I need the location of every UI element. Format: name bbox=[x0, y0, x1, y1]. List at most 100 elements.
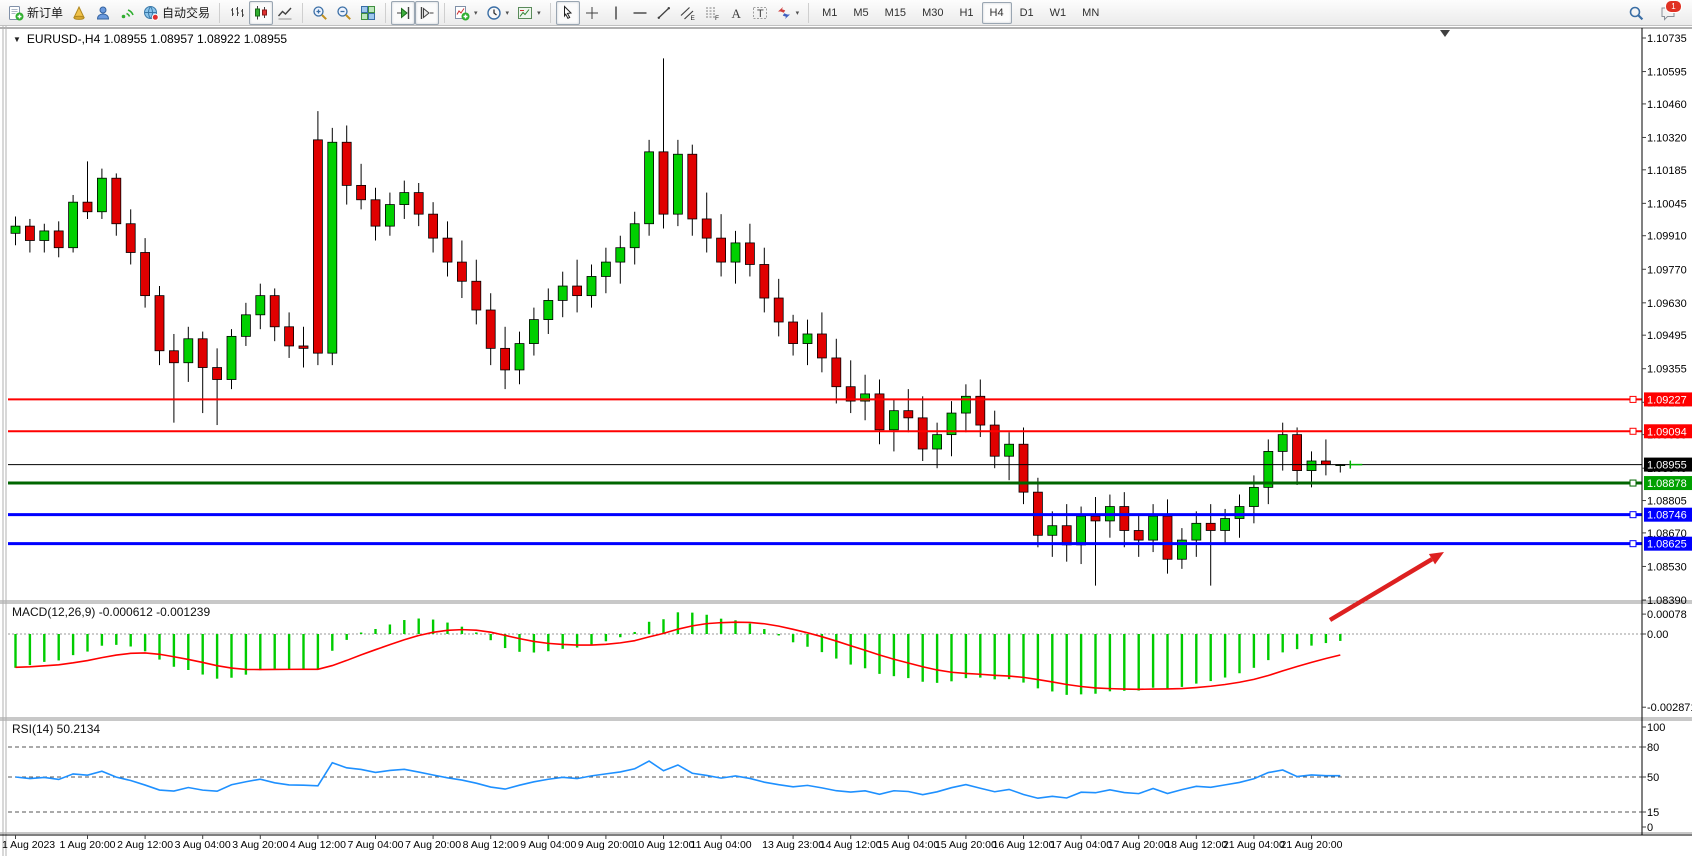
macd-indicator-label: MACD(12,26,9) -0.000612 -0.001239 bbox=[12, 605, 210, 619]
svg-text:15: 15 bbox=[1647, 807, 1659, 819]
timeframe-m30-button[interactable]: M30 bbox=[914, 2, 951, 24]
candle bbox=[573, 286, 582, 296]
indicators-button[interactable]: ▾ bbox=[450, 1, 482, 25]
auto-scroll-icon bbox=[395, 5, 411, 21]
equidistant-channel-button[interactable]: E bbox=[676, 1, 700, 25]
signals-button[interactable] bbox=[115, 1, 139, 25]
candle bbox=[357, 185, 366, 199]
line-chart-button[interactable] bbox=[273, 1, 297, 25]
candle bbox=[1278, 435, 1287, 452]
candle bbox=[760, 264, 769, 298]
auto-scroll-button[interactable] bbox=[391, 1, 415, 25]
svg-text:T: T bbox=[757, 8, 764, 20]
svg-text:9 Aug 20:00: 9 Aug 20:00 bbox=[578, 839, 634, 851]
dropdown-arrow-icon[interactable]: ▾ bbox=[506, 9, 510, 17]
candle bbox=[313, 140, 322, 353]
horizontal-line-button[interactable] bbox=[628, 1, 652, 25]
tile-windows-button[interactable] bbox=[356, 1, 380, 25]
price-label: 1.08625 bbox=[1644, 537, 1692, 551]
svg-text:21 Aug 04:00: 21 Aug 04:00 bbox=[1223, 839, 1285, 851]
candle bbox=[112, 178, 121, 224]
toolbar: 新订单 自动交易 ▾ ▾ ▾ EFAT ▾ M1M5M15M30H1H4D1W1MN 1 bbox=[0, 0, 1692, 26]
text-label-icon: T bbox=[752, 5, 768, 21]
svg-text:1.09227: 1.09227 bbox=[1647, 394, 1687, 406]
profile-button[interactable] bbox=[67, 1, 91, 25]
candle bbox=[1249, 487, 1258, 506]
fibonacci-button[interactable]: F bbox=[700, 1, 724, 25]
candlestick-chart-button[interactable] bbox=[249, 1, 273, 25]
bar-chart-icon bbox=[229, 5, 245, 21]
svg-text:50: 50 bbox=[1647, 772, 1659, 784]
svg-text:1 Aug 2023: 1 Aug 2023 bbox=[2, 839, 55, 851]
candle bbox=[529, 320, 538, 344]
candle bbox=[126, 224, 135, 253]
candlestick-icon bbox=[253, 5, 269, 21]
svg-text:3 Aug 04:00: 3 Aug 04:00 bbox=[175, 839, 231, 851]
crosshair-button[interactable] bbox=[580, 1, 604, 25]
text-button[interactable]: A bbox=[724, 1, 748, 25]
chat-icon: 1 bbox=[1660, 5, 1676, 21]
price-chart[interactable]: 1.107351.105951.104601.103201.101851.100… bbox=[0, 26, 1692, 856]
candle bbox=[83, 202, 92, 212]
search-button[interactable] bbox=[1624, 1, 1648, 25]
svg-text:17 Aug 20:00: 17 Aug 20:00 bbox=[1108, 839, 1170, 851]
new-order-button[interactable]: 新订单 bbox=[4, 1, 67, 25]
svg-text:7 Aug 20:00: 7 Aug 20:00 bbox=[405, 839, 461, 851]
svg-text:1.09094: 1.09094 bbox=[1647, 426, 1687, 438]
timeframe-m15-button[interactable]: M15 bbox=[877, 2, 914, 24]
timeframe-m1-button[interactable]: M1 bbox=[814, 2, 845, 24]
candle bbox=[443, 238, 452, 262]
svg-text:0: 0 bbox=[1647, 822, 1653, 834]
svg-text:-0.002871: -0.002871 bbox=[1647, 702, 1692, 714]
svg-text:15 Aug 20:00: 15 Aug 20:00 bbox=[935, 839, 997, 851]
periods-icon bbox=[486, 5, 502, 21]
candle bbox=[717, 238, 726, 262]
candle bbox=[544, 300, 553, 319]
timeframe-h4-button[interactable]: H4 bbox=[982, 2, 1012, 24]
candle bbox=[371, 200, 380, 226]
candle bbox=[1235, 507, 1244, 519]
candle bbox=[630, 224, 639, 248]
candle bbox=[745, 243, 754, 265]
svg-text:2 Aug 12:00: 2 Aug 12:00 bbox=[117, 839, 173, 851]
timeframe-h1-button[interactable]: H1 bbox=[951, 2, 981, 24]
auto-trading-icon bbox=[143, 5, 159, 21]
bar-chart-button[interactable] bbox=[225, 1, 249, 25]
timeframe-mn-button[interactable]: MN bbox=[1074, 2, 1107, 24]
dropdown-arrow-icon[interactable]: ▾ bbox=[796, 9, 800, 17]
toolbar-right-group: 1 bbox=[1624, 1, 1688, 25]
toolbar-separator bbox=[385, 3, 386, 23]
dropdown-arrow-icon[interactable]: ▾ bbox=[537, 9, 541, 17]
trendline-button[interactable] bbox=[652, 1, 676, 25]
notifications-button[interactable]: 1 bbox=[1656, 1, 1680, 25]
dropdown-arrow-icon[interactable]: ▾ bbox=[474, 9, 478, 17]
timeframe-d1-button[interactable]: D1 bbox=[1012, 2, 1042, 24]
svg-text:21 Aug 20:00: 21 Aug 20:00 bbox=[1281, 839, 1343, 851]
svg-text:1.10185: 1.10185 bbox=[1647, 165, 1687, 177]
candle bbox=[472, 281, 481, 310]
auto-trading-button[interactable]: 自动交易 bbox=[139, 1, 214, 25]
svg-text:4 Aug 12:00: 4 Aug 12:00 bbox=[290, 839, 346, 851]
candle bbox=[141, 252, 150, 295]
candle bbox=[688, 154, 697, 219]
cursor-button[interactable] bbox=[556, 1, 580, 25]
svg-text:1 Aug 20:00: 1 Aug 20:00 bbox=[59, 839, 115, 851]
zoom-out-button[interactable] bbox=[332, 1, 356, 25]
timeframe-m5-button[interactable]: M5 bbox=[845, 2, 876, 24]
timeframe-w1-button[interactable]: W1 bbox=[1042, 2, 1075, 24]
chart-profile-icon bbox=[71, 5, 87, 21]
candle bbox=[198, 339, 207, 368]
periods-button[interactable]: ▾ bbox=[482, 1, 514, 25]
chart-shift-button[interactable] bbox=[415, 1, 439, 25]
templates-button[interactable]: ▾ bbox=[513, 1, 545, 25]
text-label-button[interactable]: T bbox=[748, 1, 772, 25]
svg-text:1.08805: 1.08805 bbox=[1647, 496, 1687, 508]
community-button[interactable] bbox=[91, 1, 115, 25]
vertical-line-button[interactable] bbox=[604, 1, 628, 25]
candle bbox=[1091, 516, 1100, 521]
price-label: 1.09227 bbox=[1644, 392, 1692, 406]
candle bbox=[789, 322, 798, 344]
chevron-down-icon[interactable]: ▼ bbox=[13, 35, 21, 44]
arrow-objects-button[interactable]: ▾ bbox=[772, 1, 804, 25]
zoom-in-button[interactable] bbox=[308, 1, 332, 25]
